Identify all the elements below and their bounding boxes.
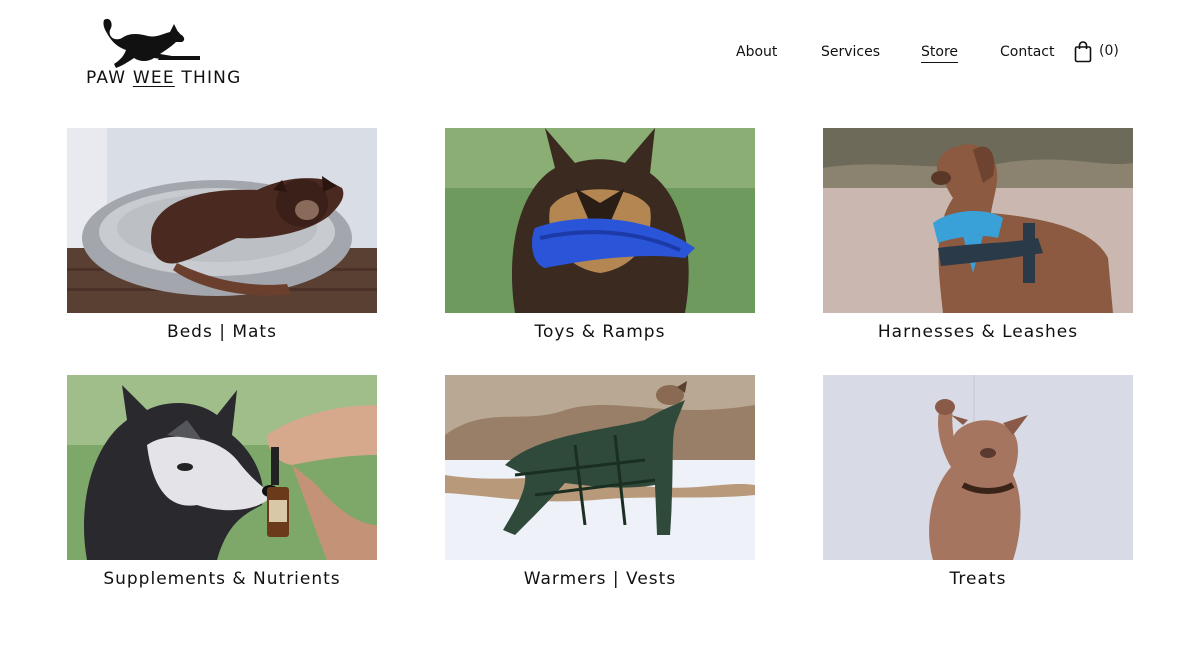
category-image-beds-mats [67, 128, 377, 313]
category-tile-supplements-nutrients[interactable]: Supplements & Nutrients [67, 375, 377, 595]
category-label[interactable]: Beds | Mats [67, 322, 377, 342]
category-image-supplements-nutrients [67, 375, 377, 560]
category-label[interactable]: Harnesses & Leashes [823, 322, 1133, 342]
category-image-treats [823, 375, 1133, 560]
category-image-harnesses-leashes [823, 128, 1133, 313]
category-tile-toys-ramps[interactable]: Toys & Ramps [445, 128, 755, 348]
brand-logo[interactable]: PAW WEE THING [86, 16, 246, 92]
category-label[interactable]: Toys & Ramps [445, 322, 755, 342]
category-tile-harnesses-leashes[interactable]: Harnesses & Leashes [823, 128, 1133, 348]
category-label[interactable]: Warmers | Vests [445, 569, 755, 589]
category-tile-beds-mats[interactable]: Beds | Mats [67, 128, 377, 348]
category-image-toys-ramps [445, 128, 755, 313]
nav-store[interactable]: Store [921, 44, 959, 63]
category-tile-warmers-vests[interactable]: Warmers | Vests [445, 375, 755, 595]
nav-services[interactable]: Services [821, 44, 880, 60]
shopping-bag-icon [1074, 41, 1092, 63]
category-label[interactable]: Supplements & Nutrients [67, 569, 377, 589]
main-nav: About Services Store Contact (0) [700, 40, 1140, 70]
category-label[interactable]: Treats [823, 569, 1133, 589]
logo-text: PAW WEE THING [86, 68, 242, 88]
cart-count: (0) [1099, 43, 1119, 59]
category-tile-treats[interactable]: Treats [823, 375, 1133, 595]
nav-about[interactable]: About [736, 44, 777, 60]
nav-contact[interactable]: Contact [1000, 44, 1054, 60]
dog-silhouette-icon [103, 18, 200, 68]
category-image-warmers-vests [445, 375, 755, 560]
